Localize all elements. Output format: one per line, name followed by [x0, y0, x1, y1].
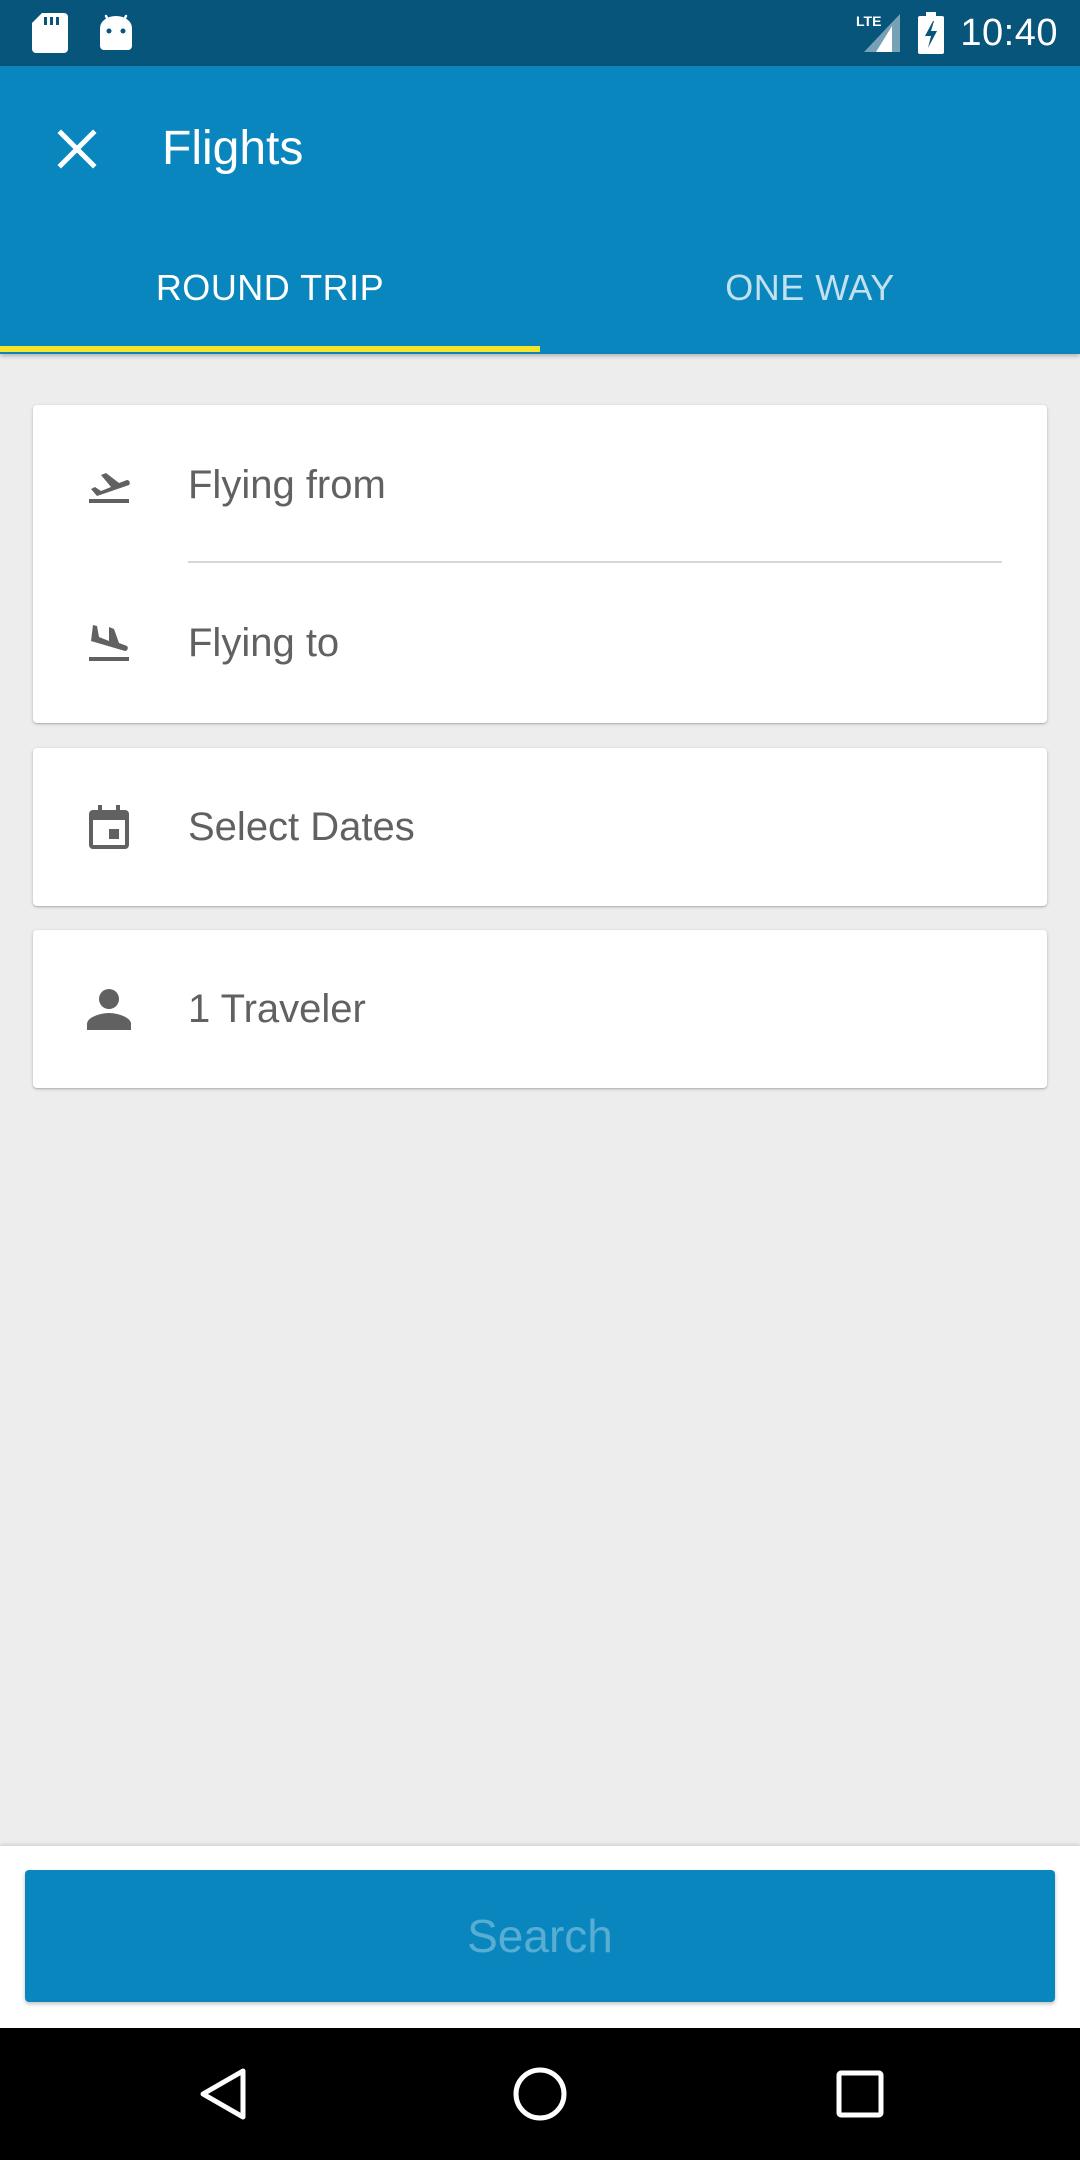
status-bar: LTE 10:40: [0, 0, 1080, 66]
system-nav-bar: [0, 2028, 1080, 2160]
flying-to-label: Flying to: [188, 621, 340, 665]
person-icon: [81, 981, 137, 1037]
back-icon: [197, 2067, 247, 2121]
lte-signal-icon: LTE: [856, 12, 902, 54]
select-dates-field[interactable]: Select Dates: [33, 748, 1047, 906]
status-left-icons: [32, 12, 134, 54]
flying-to-field[interactable]: Flying to: [33, 563, 1047, 723]
svg-text:LTE: LTE: [856, 13, 881, 29]
route-card: Flying from Flying to: [33, 405, 1047, 723]
dates-card: Select Dates: [33, 748, 1047, 906]
android-icon: [98, 14, 134, 52]
tab-round-trip[interactable]: ROUND TRIP: [0, 238, 540, 338]
flying-from-label: Flying from: [188, 463, 386, 507]
tab-indicator: [0, 346, 540, 352]
close-icon: [57, 129, 97, 169]
home-button[interactable]: [470, 2028, 610, 2160]
travelers-card: 1 Traveler: [33, 930, 1047, 1088]
search-footer: Search: [0, 1846, 1080, 2028]
search-button[interactable]: Search: [25, 1870, 1055, 2002]
tab-one-way[interactable]: ONE WAY: [540, 238, 1080, 338]
travelers-label: 1 Traveler: [188, 987, 366, 1031]
select-dates-label: Select Dates: [188, 805, 415, 849]
home-icon: [512, 2066, 568, 2122]
flight-takeoff-icon: [81, 457, 137, 513]
close-button[interactable]: [42, 114, 112, 184]
flight-land-icon: [81, 615, 137, 671]
recents-button[interactable]: [790, 2028, 930, 2160]
back-button[interactable]: [152, 2028, 292, 2160]
trip-type-tabs: ROUND TRIP ONE WAY: [0, 254, 1080, 354]
sd-card-icon: [32, 13, 68, 53]
status-time: 10:40: [960, 11, 1058, 54]
travelers-field[interactable]: 1 Traveler: [33, 930, 1047, 1088]
battery-charging-icon: [918, 12, 945, 54]
flying-from-field[interactable]: Flying from: [33, 405, 1047, 565]
recents-icon: [836, 2070, 884, 2118]
page-title: Flights: [162, 122, 304, 175]
app-bar: Flights ROUND TRIP ONE WAY: [0, 66, 1080, 354]
status-right-icons: LTE 10:40: [856, 0, 1058, 66]
calendar-icon: [81, 799, 137, 855]
